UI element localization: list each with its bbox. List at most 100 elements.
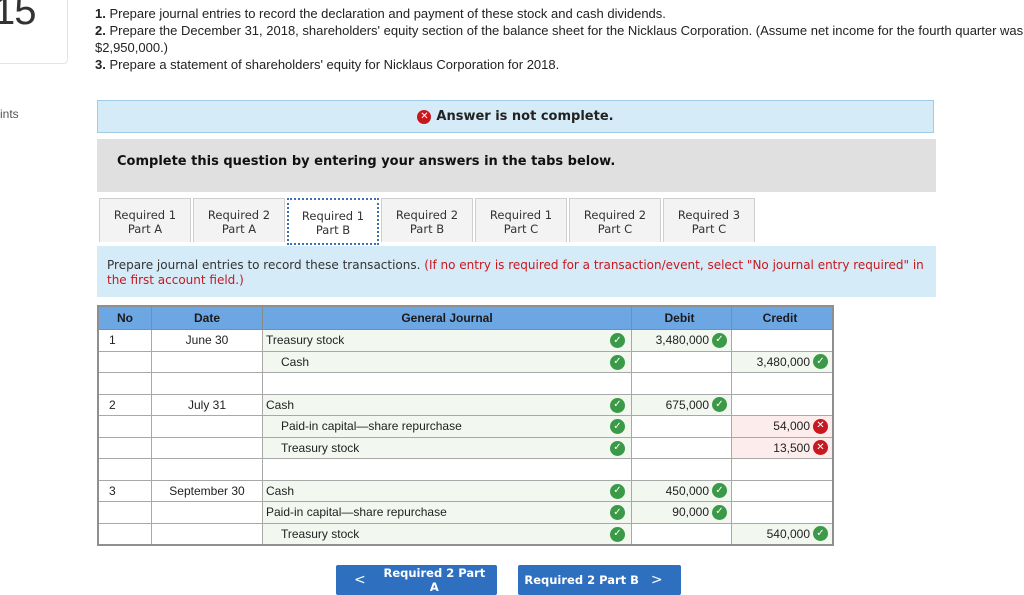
previous-tab-label: Required 2 Part A [383, 566, 486, 594]
entry-number [97, 372, 152, 395]
debit-field[interactable] [631, 458, 732, 481]
check-circle-icon: ✓ [712, 332, 727, 348]
tab-required-3-part-c[interactable]: Required 3 Part C [663, 198, 755, 242]
check-circle-icon: ✓ [712, 483, 727, 499]
header-date: Date [151, 305, 263, 330]
entry-number [97, 501, 152, 524]
entry-number: 2 [97, 393, 152, 416]
chevron-right-icon: > [650, 572, 663, 588]
tab-label-line1: Required 1 [489, 208, 553, 222]
credit-field[interactable]: 540,000 ✓ [731, 522, 834, 545]
account-field[interactable]: Treasury stock ✓ [262, 436, 632, 459]
entry-date[interactable]: September 30 [151, 479, 263, 502]
account-field[interactable] [262, 372, 632, 395]
header-no: No [97, 305, 152, 330]
check-circle-icon: ✓ [610, 526, 625, 542]
credit-field[interactable] [731, 372, 834, 395]
entry-number: 1 [97, 329, 152, 352]
tab-label-line1: Required 3 [677, 208, 741, 222]
account-field[interactable]: Paid-in capital—share repurchase ✓ [262, 415, 632, 438]
credit-amount: 3,480,000 [756, 354, 810, 369]
entry-date[interactable]: June 30 [151, 329, 263, 352]
chevron-left-icon: < [354, 572, 366, 588]
question-number: 15 [0, 0, 36, 33]
debit-amount: 675,000 [665, 397, 709, 412]
account-name: Cash [281, 354, 310, 369]
entry-number: 3 [97, 479, 152, 502]
debit-field[interactable] [631, 372, 732, 395]
tab-required-1-part-a[interactable]: Required 1 Part A [99, 198, 191, 242]
entry-date[interactable] [151, 458, 263, 481]
entry-date[interactable]: July 31 [151, 393, 263, 416]
account-field[interactable] [262, 458, 632, 481]
entry-date[interactable] [151, 436, 263, 459]
check-circle-icon: ✓ [610, 354, 625, 370]
entry-date[interactable] [151, 522, 263, 545]
entry-number [97, 350, 152, 373]
account-name: Paid-in capital—share repurchase [281, 419, 462, 434]
credit-field[interactable] [731, 393, 834, 416]
debit-field[interactable]: 90,000 ✓ [631, 501, 732, 524]
table-row [97, 458, 834, 481]
tab-label-line2: Part C [503, 222, 539, 236]
credit-field[interactable] [731, 458, 834, 481]
debit-field[interactable] [631, 350, 732, 373]
tab-required-1-part-b[interactable]: Required 1 Part B [287, 198, 379, 245]
tab-label-line2: Part A [221, 222, 257, 236]
check-circle-icon: ✓ [610, 333, 625, 348]
debit-amount: 90,000 [672, 505, 709, 520]
account-field[interactable]: Cash ✓ [262, 350, 632, 373]
instruction-3: 3. Prepare a statement of shareholders' … [95, 57, 560, 72]
required-tabs: Required 1 Part A Required 2 Part A Required… [99, 198, 757, 245]
credit-field[interactable]: 13,500 ✕ [731, 436, 834, 459]
tab-label-line2: Part C [691, 222, 727, 236]
debit-field[interactable] [631, 522, 732, 545]
debit-field[interactable] [631, 436, 732, 459]
tab-required-2-part-a[interactable]: Required 2 Part A [193, 198, 285, 242]
tab-label-line1: Required 2 [395, 208, 459, 222]
account-name: Treasury stock [281, 526, 360, 541]
credit-field[interactable] [731, 329, 834, 352]
debit-field[interactable] [631, 415, 732, 438]
credit-field[interactable]: 3,480,000 ✓ [731, 350, 834, 373]
account-field[interactable]: Treasury stock ✓ [262, 522, 632, 545]
next-tab-label: Required 2 Part B [524, 573, 639, 587]
x-circle-icon: ✕ [813, 418, 828, 434]
debit-field[interactable]: 675,000 ✓ [631, 393, 732, 416]
check-circle-icon: ✓ [610, 505, 625, 520]
credit-amount: 54,000 [773, 419, 810, 434]
entry-date[interactable] [151, 372, 263, 395]
tab-required-1-part-c[interactable]: Required 1 Part C [475, 198, 567, 242]
entry-date[interactable] [151, 501, 263, 524]
question-number-box: 15 [0, 0, 68, 64]
table-row: 3 September 30 Cash ✓ 450,000 ✓ [97, 479, 834, 502]
table-row: Treasury stock ✓ 540,000 ✓ [97, 522, 834, 545]
account-field[interactable]: Treasury stock ✓ [262, 329, 632, 352]
tab-required-2-part-c[interactable]: Required 2 Part C [569, 198, 661, 242]
x-circle-icon: ✕ [417, 109, 432, 124]
check-circle-icon: ✓ [712, 397, 727, 413]
x-circle-icon: ✕ [813, 440, 828, 456]
credit-field[interactable] [731, 501, 834, 524]
answer-status-alert: ✕ Answer is not complete. [97, 100, 934, 133]
table-row: 2 July 31 Cash ✓ 675,000 ✓ [97, 393, 834, 416]
credit-field[interactable] [731, 479, 834, 502]
table-row: Paid-in capital—share repurchase ✓ 90,000 ✓ [97, 501, 834, 524]
previous-tab-button[interactable]: < Required 2 Part A [336, 565, 497, 595]
credit-field[interactable]: 54,000 ✕ [731, 415, 834, 438]
tab-required-2-part-b[interactable]: Required 2 Part B [381, 198, 473, 242]
account-name: Treasury stock [266, 333, 345, 348]
account-field[interactable]: Cash ✓ [262, 393, 632, 416]
tab-label-line1: Required 1 [113, 208, 177, 222]
entry-date[interactable] [151, 350, 263, 373]
account-field[interactable]: Paid-in capital—share repurchase ✓ [262, 501, 632, 524]
table-row: Cash ✓ 3,480,000 ✓ [97, 350, 834, 373]
account-name: Paid-in capital—share repurchase [266, 505, 447, 520]
debit-field[interactable]: 3,480,000 ✓ [631, 329, 732, 352]
check-circle-icon: ✓ [813, 354, 828, 370]
debit-field[interactable]: 450,000 ✓ [631, 479, 732, 502]
next-tab-button[interactable]: Required 2 Part B > [518, 565, 681, 595]
entry-date[interactable] [151, 415, 263, 438]
account-name: Treasury stock [281, 440, 360, 455]
account-field[interactable]: Cash ✓ [262, 479, 632, 502]
